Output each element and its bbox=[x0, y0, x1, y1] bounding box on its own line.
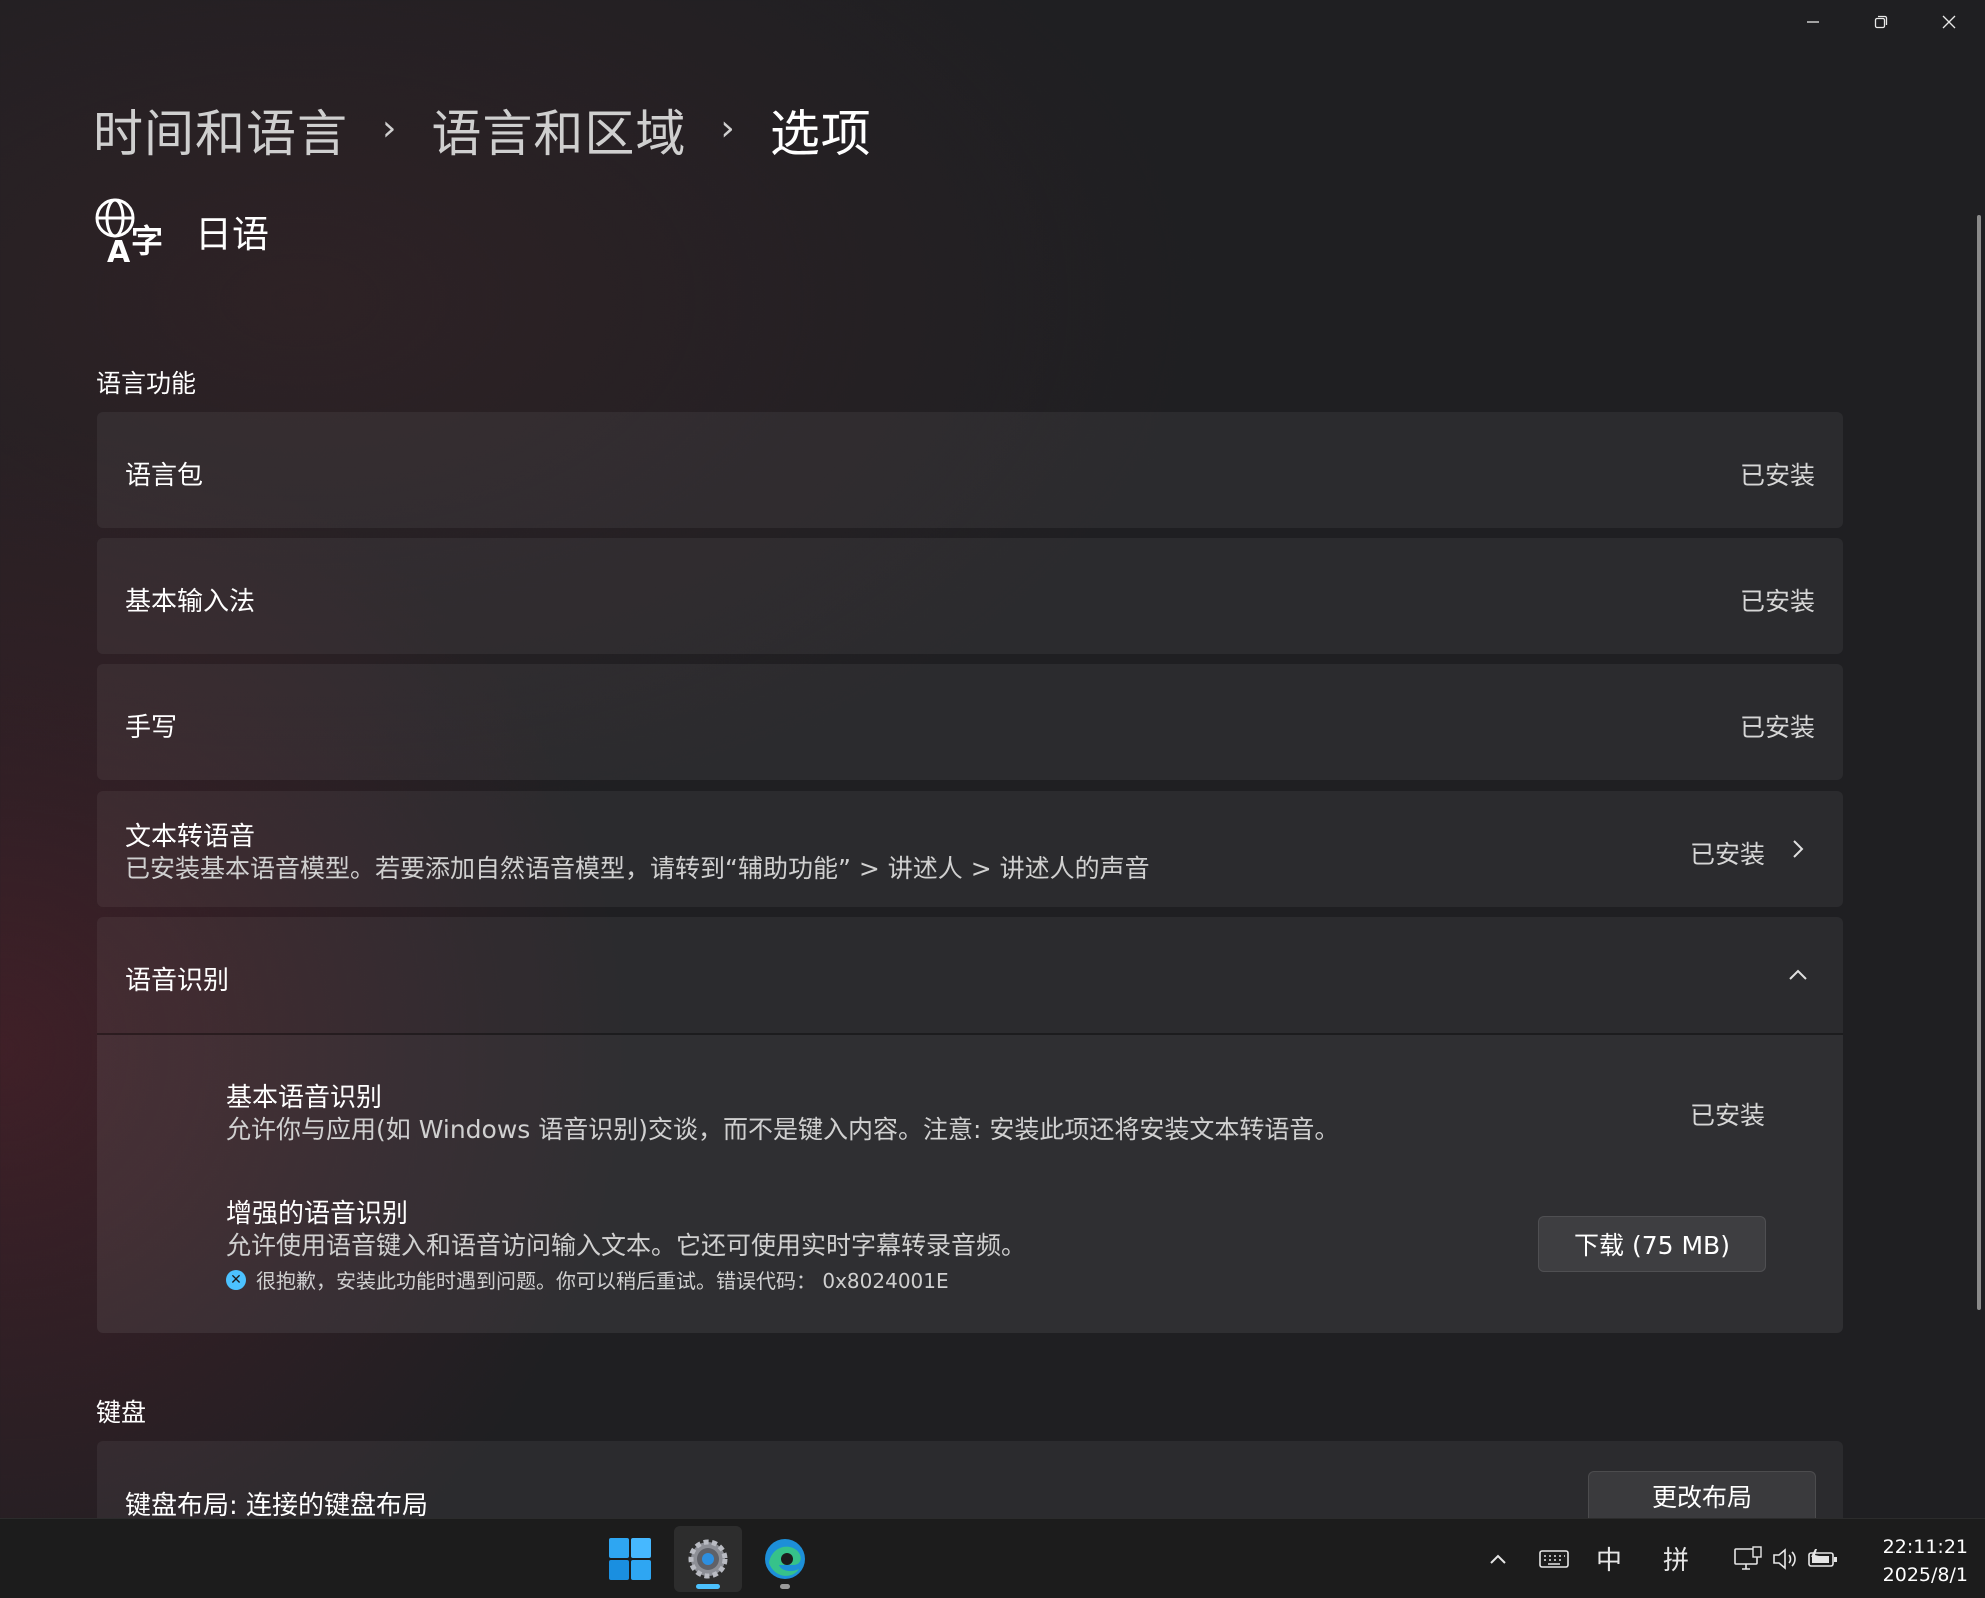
active-indicator bbox=[696, 1584, 720, 1589]
breadcrumb: 时间和语言 › 语言和区域 › 选项 bbox=[93, 95, 872, 165]
taskbar: 中 拼 22:11:21 2025/8/1 bbox=[0, 1518, 1985, 1598]
taskbar-settings[interactable] bbox=[674, 1526, 742, 1592]
svg-text:字: 字 bbox=[131, 222, 163, 260]
enhanced-speech-description: 允许使用语音键入和语音访问输入文本。它还可使用实时字幕转录音频。 bbox=[226, 1231, 1027, 1260]
settings-icon bbox=[688, 1539, 728, 1579]
touch-keyboard-button[interactable] bbox=[1530, 1519, 1578, 1598]
language-pack-title: 语言包 bbox=[125, 461, 204, 491]
running-indicator bbox=[780, 1584, 790, 1589]
language-header: A 字 日语 bbox=[93, 196, 269, 266]
start-button[interactable] bbox=[596, 1526, 664, 1592]
keyboard-layout-title: 键盘布局: 连接的键盘布局 bbox=[125, 1491, 429, 1521]
chevron-up-icon bbox=[1490, 1554, 1506, 1564]
minimize-button[interactable] bbox=[1779, 0, 1847, 44]
basic-input-status: 已安装 bbox=[1739, 587, 1815, 616]
volume-icon bbox=[1773, 1547, 1796, 1570]
install-error-text: 很抱歉，安装此功能时遇到问题。你可以稍后重试。错误代码： 0x8024001E bbox=[256, 1269, 949, 1293]
ime-mode-indicator[interactable]: 中 bbox=[1588, 1519, 1630, 1598]
text-to-speech-status: 已安装 bbox=[1689, 840, 1765, 869]
restore-button[interactable] bbox=[1847, 0, 1915, 44]
breadcrumb-separator: › bbox=[382, 107, 398, 149]
basic-speech-status: 已安装 bbox=[1689, 1101, 1765, 1130]
language-pack-status: 已安装 bbox=[1739, 461, 1815, 490]
keyboard-icon bbox=[1539, 1549, 1569, 1568]
section-title-keyboard: 键盘 bbox=[96, 1398, 147, 1427]
restore-icon bbox=[1874, 15, 1888, 29]
start-icon bbox=[609, 1538, 651, 1580]
basic-input-title: 基本输入法 bbox=[125, 587, 256, 617]
minimize-icon bbox=[1807, 21, 1819, 23]
clock[interactable]: 22:11:21 2025/8/1 bbox=[1858, 1533, 1968, 1589]
error-icon: ✕ bbox=[226, 1269, 246, 1290]
battery-icon bbox=[1808, 1548, 1837, 1567]
speech-recognition-header[interactable]: 语音识别 bbox=[97, 917, 1843, 1033]
speech-recognition-content: 基本语音识别 允许你与应用(如 Windows 语音识别)交谈，而不是键入内容。… bbox=[97, 1035, 1843, 1333]
enhanced-speech-title: 增强的语音识别 bbox=[226, 1199, 409, 1229]
handwriting-title: 手写 bbox=[125, 713, 178, 743]
language-pack-row: 语言包 已安装 bbox=[97, 412, 1843, 528]
page-title: 选项 bbox=[769, 105, 872, 163]
edge-icon bbox=[765, 1539, 805, 1579]
breadcrumb-time-language[interactable]: 时间和语言 bbox=[93, 94, 348, 166]
text-to-speech-title: 文本转语音 bbox=[125, 822, 256, 852]
install-error-message: ✕ 很抱歉，安装此功能时遇到问题。你可以稍后重试。错误代码： 0x8024001… bbox=[226, 1265, 949, 1294]
chevron-right-icon bbox=[1793, 840, 1804, 858]
basic-speech-title: 基本语音识别 bbox=[226, 1083, 383, 1113]
close-icon bbox=[1942, 15, 1956, 29]
keyboard-layout-row: 键盘布局: 连接的键盘布局 更改布局 bbox=[97, 1441, 1843, 1521]
download-button[interactable]: 下载 (75 MB) bbox=[1538, 1216, 1766, 1272]
taskbar-edge[interactable] bbox=[751, 1526, 819, 1592]
text-to-speech-description: 已安装基本语音模型。若要添加自然语音模型，请转到“辅助功能” > 讲述人 > 讲… bbox=[125, 854, 1150, 883]
handwriting-status: 已安装 bbox=[1739, 713, 1815, 742]
svg-text:A: A bbox=[107, 235, 131, 266]
language-name: 日语 bbox=[195, 213, 269, 256]
show-hidden-icons-button[interactable] bbox=[1476, 1519, 1520, 1598]
change-layout-button[interactable]: 更改布局 bbox=[1588, 1471, 1816, 1521]
breadcrumb-language-region[interactable]: 语言和区域 bbox=[431, 94, 686, 166]
breadcrumb-separator: › bbox=[720, 107, 736, 149]
section-title-language-features: 语言功能 bbox=[96, 369, 197, 398]
text-to-speech-row[interactable]: 文本转语音 已安装基本语音模型。若要添加自然语音模型，请转到“辅助功能” > 讲… bbox=[97, 791, 1843, 907]
ime-type-indicator[interactable]: 拼 bbox=[1655, 1519, 1697, 1598]
basic-speech-description: 允许你与应用(如 Windows 语音识别)交谈，而不是键入内容。注意: 安装此… bbox=[226, 1115, 1340, 1144]
speech-recognition-title: 语音识别 bbox=[125, 966, 230, 996]
speech-recognition-expander: 语音识别 基本语音识别 允许你与应用(如 Windows 语音识别)交谈，而不是… bbox=[97, 917, 1843, 1333]
language-icon: A 字 bbox=[95, 198, 163, 266]
quick-settings-button[interactable] bbox=[1722, 1519, 1850, 1598]
clock-time: 22:11:21 bbox=[1882, 1536, 1968, 1558]
network-icon bbox=[1734, 1545, 1762, 1570]
chevron-up-icon bbox=[1789, 969, 1807, 980]
close-button[interactable] bbox=[1915, 0, 1983, 44]
basic-input-row: 基本输入法 已安装 bbox=[97, 538, 1843, 654]
scrollbar[interactable] bbox=[1977, 215, 1981, 1310]
clock-date: 2025/8/1 bbox=[1882, 1564, 1968, 1586]
handwriting-row: 手写 已安装 bbox=[97, 664, 1843, 780]
